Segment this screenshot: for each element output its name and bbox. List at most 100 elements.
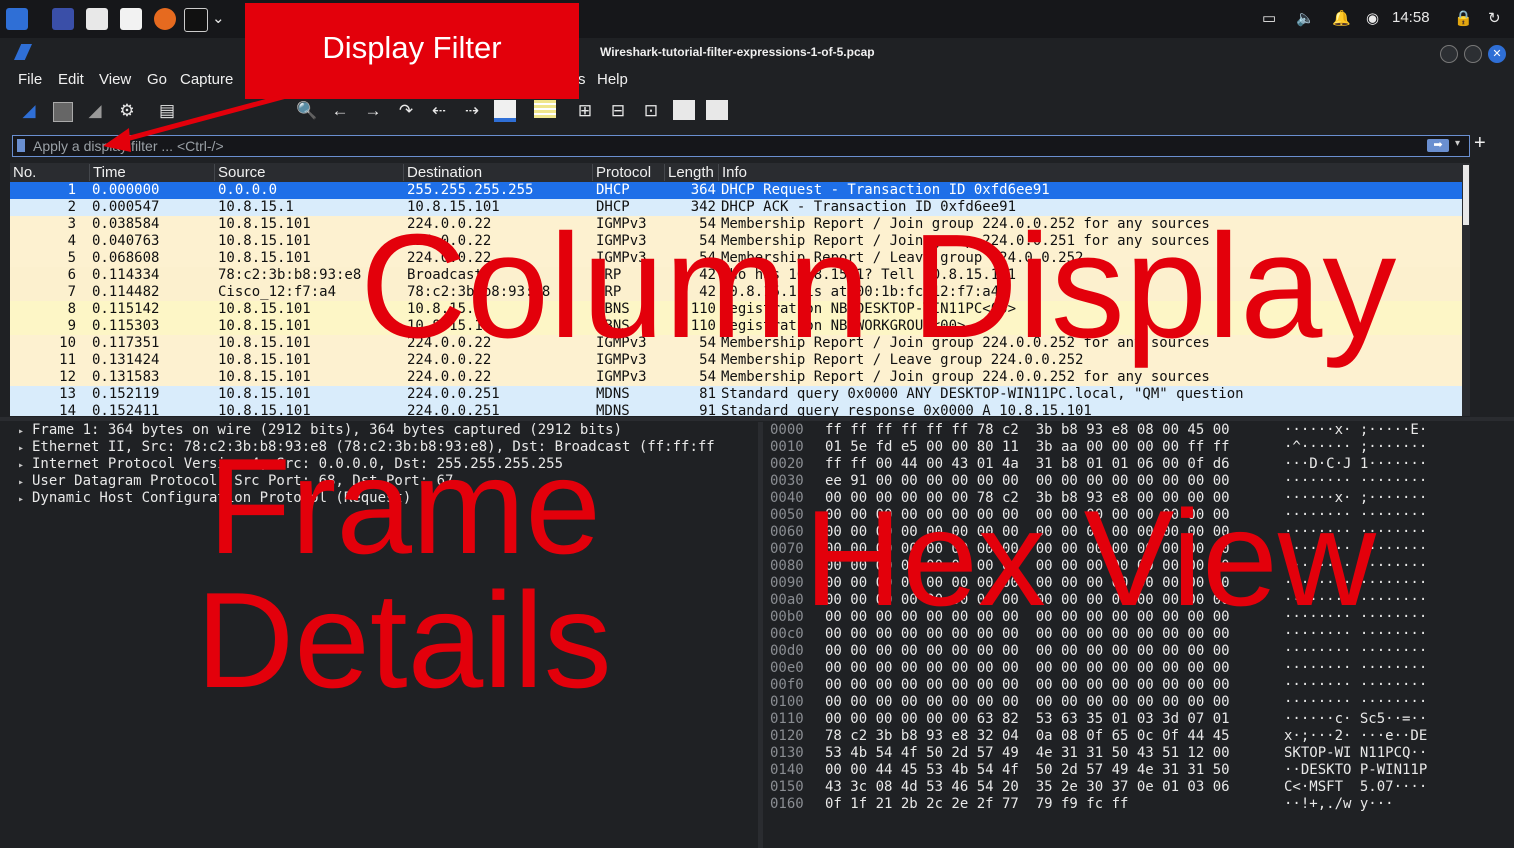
close-button[interactable]: ✕ bbox=[1488, 45, 1506, 63]
column-header-info[interactable]: Info bbox=[718, 164, 1462, 181]
packet-row[interactable]: 13 0.152119 10.8.15.101 224.0.0.251 MDNS 81 St… bbox=[10, 386, 1462, 403]
bookmark-icon[interactable] bbox=[17, 139, 25, 152]
hex-ascii: ········ ········ bbox=[1284, 643, 1428, 659]
clock[interactable]: 14:58 bbox=[1392, 9, 1430, 26]
terminal-icon[interactable] bbox=[184, 8, 208, 32]
packet-cell-len: 81 bbox=[699, 386, 716, 402]
packet-cell-no: 14 bbox=[59, 403, 76, 416]
menu-capture[interactable]: Capture bbox=[180, 71, 233, 88]
colorize-icon[interactable] bbox=[534, 100, 556, 122]
hex-view-label: Hex View bbox=[804, 482, 1376, 634]
column-header-source[interactable]: Source bbox=[214, 164, 402, 181]
expand-arrow-icon[interactable]: ▸ bbox=[10, 443, 32, 454]
packet-row[interactable]: 1 0.000000 0.0.0.0 255.255.255.255 DHCP 364 DH… bbox=[10, 182, 1462, 199]
packet-row[interactable]: 14 0.152411 10.8.15.101 224.0.0.251 MDNS 91 St… bbox=[10, 403, 1462, 416]
column-header-destination[interactable]: Destination bbox=[403, 164, 591, 181]
packet-cell-info: Standard query response 0x0000 A 10.8.15… bbox=[721, 403, 1092, 416]
window-title: Wireshark-tutorial-filter-expressions-1-… bbox=[600, 45, 875, 59]
packet-list-scrollbar[interactable] bbox=[1462, 163, 1470, 416]
menu-view[interactable]: View bbox=[99, 71, 131, 88]
bell-icon[interactable]: 🔔 bbox=[1332, 9, 1351, 27]
hex-ascii: ·^······ ;······· bbox=[1284, 439, 1428, 455]
menu-analyze[interactable]: s bbox=[578, 71, 586, 88]
packet-cell-time: 0.131424 bbox=[92, 352, 160, 368]
stop-capture-icon[interactable] bbox=[51, 100, 73, 122]
go-back-icon[interactable]: ← bbox=[329, 100, 351, 122]
expand-arrow-icon[interactable]: ▸ bbox=[10, 426, 32, 437]
packet-cell-time: 0.115142 bbox=[92, 301, 160, 317]
column-header-no[interactable]: No. bbox=[10, 164, 88, 181]
hex-ascii: ······x· ;·····E· bbox=[1284, 422, 1428, 438]
hex-off: 0030 bbox=[770, 473, 804, 489]
start-menu-icon[interactable] bbox=[6, 8, 28, 30]
packet-cell-src: 0.0.0.0 bbox=[218, 182, 278, 198]
packet-cell-no: 6 bbox=[67, 267, 76, 283]
hex-ascii: ···D·C·J 1······· bbox=[1284, 456, 1428, 472]
hex-bytes: 00 00 00 00 00 00 00 00 00 00 00 00 00 0… bbox=[825, 660, 1230, 676]
packet-cell-dst: 224.0.0.251 bbox=[407, 386, 500, 402]
hex-ascii: ········ ········ bbox=[1284, 677, 1428, 693]
last-packet-icon[interactable]: ⇢ bbox=[461, 100, 483, 122]
menu-help[interactable]: Help bbox=[597, 71, 628, 88]
pane-divider[interactable] bbox=[0, 417, 1514, 421]
go-forward-icon[interactable]: → bbox=[362, 100, 384, 122]
first-packet-icon[interactable]: ⇠ bbox=[428, 100, 450, 122]
zoom-out-icon[interactable]: ⊟ bbox=[607, 100, 629, 122]
menu-go[interactable]: Go bbox=[147, 71, 167, 88]
filter-dropdown-icon[interactable]: ▾ bbox=[1455, 138, 1460, 149]
packet-cell-src: 10.8.15.101 bbox=[218, 335, 311, 351]
start-capture-icon[interactable]: ◢ bbox=[18, 100, 40, 122]
packet-cell-src: 10.8.15.101 bbox=[218, 250, 311, 266]
expand-arrow-icon[interactable]: ▸ bbox=[10, 494, 32, 505]
apply-filter-icon[interactable]: ➡ bbox=[1427, 139, 1449, 152]
hex-off: 0110 bbox=[770, 711, 804, 727]
volume-icon[interactable]: 🔈 bbox=[1296, 9, 1315, 27]
packet-cell-no: 2 bbox=[67, 199, 76, 215]
menu-edit[interactable]: Edit bbox=[58, 71, 84, 88]
packet-cell-time: 0.038584 bbox=[92, 216, 160, 232]
hex-ascii: ········ ········ bbox=[1284, 694, 1428, 710]
refresh-icon[interactable]: ↻ bbox=[1488, 9, 1501, 27]
packet-row[interactable]: 12 0.131583 10.8.15.101 224.0.0.22 IGMPv3 54 M… bbox=[10, 369, 1462, 386]
power-indicator-icon[interactable]: ◉ bbox=[1366, 9, 1379, 27]
minimize-button[interactable] bbox=[1440, 45, 1458, 63]
column-header-length[interactable]: Length bbox=[664, 164, 716, 181]
column-header-time[interactable]: Time bbox=[89, 164, 213, 181]
packet-cell-info: Membership Report / Join group 224.0.0.2… bbox=[721, 369, 1210, 385]
packet-cell-len: 364 bbox=[690, 182, 716, 198]
chevron-down-icon[interactable]: ⌄ bbox=[212, 9, 225, 27]
hex-ascii: ······c· Sc5··=·· bbox=[1284, 711, 1428, 727]
save-file-icon[interactable]: 🔍 bbox=[296, 100, 318, 122]
hex-off: 0070 bbox=[770, 541, 804, 557]
hex-off: 0080 bbox=[770, 558, 804, 574]
text-editor-icon[interactable] bbox=[120, 8, 142, 30]
maximize-button[interactable] bbox=[1464, 45, 1482, 63]
details-hex-divider[interactable] bbox=[758, 422, 763, 848]
go-to-packet-icon[interactable]: ↷ bbox=[395, 100, 417, 122]
packet-cell-src: 10.8.15.1 bbox=[218, 199, 294, 215]
packet-cell-src: 10.8.15.101 bbox=[218, 403, 311, 416]
frame-details-label-line1: Frame bbox=[208, 430, 601, 582]
desktop-icon[interactable] bbox=[52, 8, 74, 30]
lock-icon[interactable]: 🔒 bbox=[1454, 9, 1473, 27]
column-header-protocol[interactable]: Protocol bbox=[592, 164, 662, 181]
packet-cell-time: 0.131583 bbox=[92, 369, 160, 385]
column-prefs-icon[interactable] bbox=[706, 100, 728, 122]
packet-cell-dst: 255.255.255.255 bbox=[407, 182, 534, 198]
normal-size-icon[interactable]: ⊡ bbox=[640, 100, 662, 122]
zoom-in-icon[interactable]: ⊞ bbox=[574, 100, 596, 122]
packet-cell-time: 0.114334 bbox=[92, 267, 160, 283]
firefox-icon[interactable] bbox=[154, 8, 176, 30]
add-filter-button-icon[interactable]: + bbox=[1474, 132, 1486, 155]
screen-icon[interactable]: ▭ bbox=[1262, 9, 1276, 27]
resize-columns-icon[interactable] bbox=[673, 100, 695, 122]
expand-arrow-icon[interactable]: ▸ bbox=[10, 460, 32, 471]
packet-cell-time: 0.000547 bbox=[92, 199, 160, 215]
hex-bytes: 00 00 44 45 53 4b 54 4f 50 2d 57 49 4e 3… bbox=[825, 762, 1230, 778]
hex-off: 0160 bbox=[770, 796, 804, 812]
hex-ascii: ········ ········ bbox=[1284, 660, 1428, 676]
expand-arrow-icon[interactable]: ▸ bbox=[10, 477, 32, 488]
autoscroll-icon[interactable] bbox=[494, 100, 516, 122]
file-manager-icon[interactable] bbox=[86, 8, 108, 30]
menu-file[interactable]: File bbox=[18, 71, 42, 88]
